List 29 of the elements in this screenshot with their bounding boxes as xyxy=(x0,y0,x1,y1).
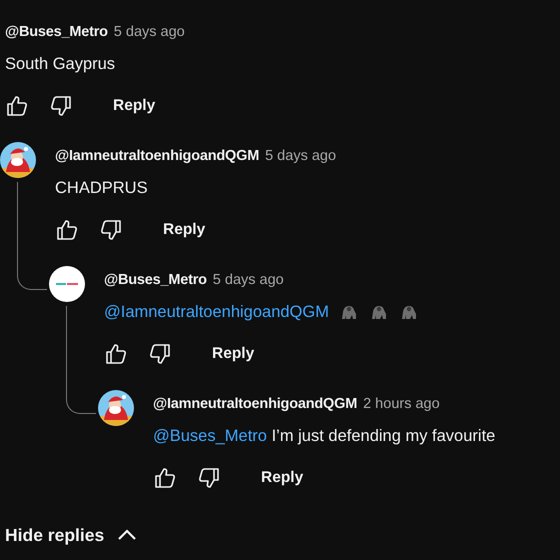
comment-text: CHADPRUS xyxy=(55,178,148,199)
reply-button[interactable]: Reply xyxy=(253,462,312,494)
comment-text: @Buses_Metro I’m just defending my favourite xyxy=(153,426,496,447)
comment-time: 2 hours ago xyxy=(363,395,440,414)
reply-button[interactable]: Reply xyxy=(155,214,214,246)
thumbs-up-icon xyxy=(55,218,79,242)
thumbs-down-icon xyxy=(99,218,123,242)
hide-replies-button[interactable]: Hide replies xyxy=(5,522,138,548)
comment-time: 5 days ago xyxy=(265,147,336,166)
author-name[interactable]: @Buses_Metro xyxy=(5,22,108,44)
thumbs-down-icon xyxy=(148,342,172,366)
avatar-icon xyxy=(0,142,36,178)
comment-time: 5 days ago xyxy=(114,23,185,42)
reply-button[interactable]: Reply xyxy=(204,338,262,370)
thumbs-up-icon xyxy=(5,94,29,118)
mention-link[interactable]: @Buses_Metro xyxy=(153,426,267,445)
avatar-icon xyxy=(98,390,134,426)
author-name[interactable]: @IamneutraltoenhigoandQGM xyxy=(153,394,358,416)
thumbs-down-icon xyxy=(49,94,73,118)
thumbs-up-icon xyxy=(104,342,128,366)
thumbs-down-icon xyxy=(197,466,221,490)
mention-link[interactable]: @IamneutraltoenhigoandQGM xyxy=(104,302,329,321)
author-name[interactable]: @IamneutraltoenhigoandQGM xyxy=(55,146,260,168)
comment-time: 5 days ago xyxy=(212,271,284,290)
avatar-icon xyxy=(49,266,85,302)
reply-button[interactable]: Reply xyxy=(105,90,164,122)
comment-text: South Gayprus xyxy=(5,54,116,75)
thumbs-up-icon xyxy=(153,466,177,490)
author-name[interactable]: @Buses_Metro xyxy=(104,270,207,292)
